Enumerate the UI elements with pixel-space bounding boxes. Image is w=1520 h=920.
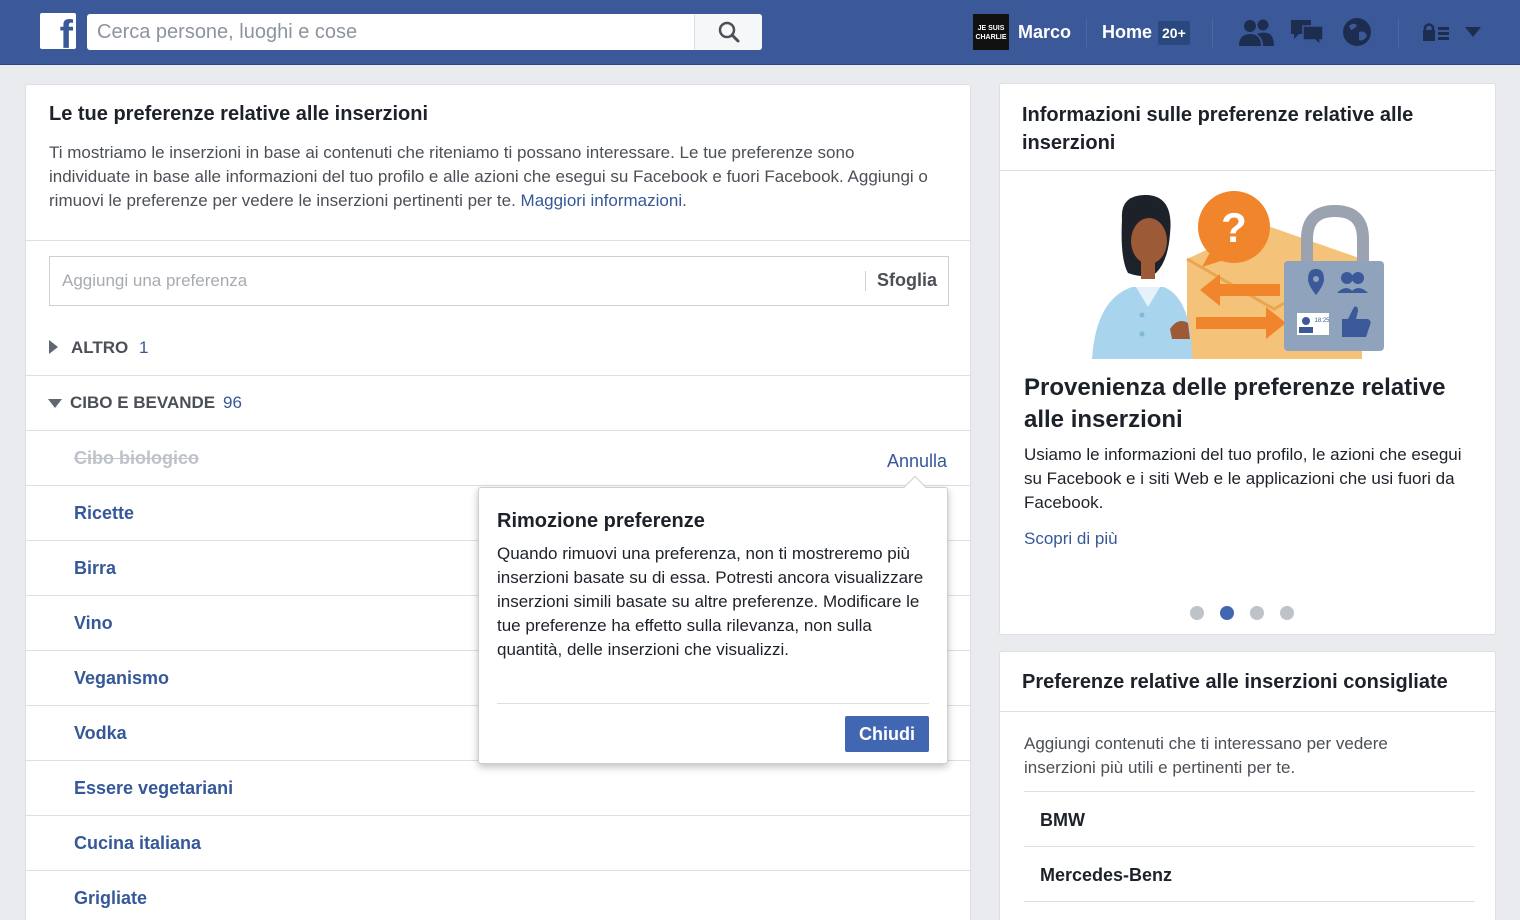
preference-label[interactable]: Grigliate xyxy=(74,888,147,909)
carousel-title: Provenienza delle preferenze relative al… xyxy=(1024,374,1446,433)
top-navigation-bar: f JE SUIS CHARLIE Marco Home 20+ xyxy=(0,0,1520,65)
home-notification-badge: 20+ xyxy=(1158,21,1190,45)
more-info-link[interactable]: Maggiori informazioni xyxy=(521,191,683,210)
preference-item-removed: Cibo biologico Annulla xyxy=(26,430,970,485)
ad-preferences-info-card: Informazioni sulle preferenze relative a… xyxy=(999,83,1496,635)
privacy-lock-icon[interactable] xyxy=(1422,22,1450,42)
suggested-preference-label[interactable]: Mercedes-Benz xyxy=(1040,865,1172,886)
carousel-pagination xyxy=(1190,606,1294,620)
ad-preferences-illustration: ? 18:25 xyxy=(1092,191,1384,359)
add-preference-box: Sfoglia xyxy=(49,256,949,306)
facebook-logo[interactable]: f xyxy=(40,13,76,49)
suggested-preference-label[interactable]: BMW xyxy=(1040,810,1085,831)
home-link[interactable]: Home xyxy=(1102,22,1152,43)
browse-divider xyxy=(865,271,866,291)
suggested-preference-item[interactable]: Mercedes-Benz xyxy=(1024,846,1475,901)
page-title: Le tue preferenze relative alle inserzio… xyxy=(49,103,429,125)
carousel-dot-1[interactable] xyxy=(1190,606,1204,620)
carousel-dot-2[interactable] xyxy=(1220,606,1234,620)
browse-button[interactable]: Sfoglia xyxy=(877,270,937,291)
suggestions-description: Aggiungi contenuti che ti interessano pe… xyxy=(1024,734,1388,777)
preference-item[interactable]: Grigliate xyxy=(26,870,970,920)
suggestions-title: Preferenze relative alle inserzioni cons… xyxy=(1022,671,1448,693)
add-preference-input[interactable] xyxy=(50,257,862,305)
nav-divider xyxy=(1212,19,1213,47)
preference-label[interactable]: Vino xyxy=(74,613,113,634)
divider xyxy=(1000,170,1495,171)
page-description: Ti mostriamo le inserzioni in base ai co… xyxy=(49,141,929,213)
popover-title: Rimozione preferenze xyxy=(497,510,705,532)
globe-icon[interactable] xyxy=(1341,16,1373,48)
collapsed-arrow-icon xyxy=(49,340,58,354)
category-row-cibo-e-bevande[interactable]: CIBO E BEVANDE 96 xyxy=(26,375,970,430)
profile-name-link[interactable]: Marco xyxy=(1018,22,1071,43)
svg-text:?: ? xyxy=(1221,204,1247,251)
category-label: ALTRO xyxy=(71,338,129,357)
preference-label[interactable]: Veganismo xyxy=(74,668,169,689)
popover-body: Quando rimuovi una preferenza, non ti mo… xyxy=(497,544,924,659)
messages-icon[interactable] xyxy=(1289,16,1325,48)
category-count: 96 xyxy=(223,393,242,412)
carousel-dot-4[interactable] xyxy=(1280,606,1294,620)
description-text: Ti mostriamo le inserzioni in base ai co… xyxy=(49,143,928,210)
divider xyxy=(1000,711,1495,712)
expanded-arrow-icon xyxy=(48,399,62,408)
dropdown-arrow-icon[interactable] xyxy=(1464,26,1482,38)
suggested-preferences-card: Preferenze relative alle inserzioni cons… xyxy=(999,651,1496,920)
nav-divider xyxy=(1086,19,1087,47)
divider xyxy=(26,240,970,241)
category-count: 1 xyxy=(139,338,149,357)
friends-icon[interactable] xyxy=(1237,16,1275,48)
preference-label[interactable]: Birra xyxy=(74,558,116,579)
carousel-dot-3[interactable] xyxy=(1250,606,1264,620)
preference-item[interactable]: Cucina italiana xyxy=(26,815,970,870)
description-period: . xyxy=(682,191,687,210)
preference-label: Cibo biologico xyxy=(74,448,199,468)
carousel-description: Usiamo le informazioni del tuo profilo, … xyxy=(1024,445,1462,512)
preference-label[interactable]: Cucina italiana xyxy=(74,833,201,854)
search-input[interactable] xyxy=(87,14,693,50)
illustration-badge: 18:25 xyxy=(1314,318,1330,324)
preference-label[interactable]: Ricette xyxy=(74,503,134,524)
popover-divider xyxy=(497,703,929,704)
logo-letter: f xyxy=(59,13,73,49)
nav-divider xyxy=(1398,19,1399,47)
search-icon xyxy=(718,21,739,43)
suggested-preference-item[interactable]: BMW xyxy=(1024,791,1475,846)
search-box xyxy=(87,14,762,50)
close-button[interactable]: Chiudi xyxy=(845,716,929,752)
info-card-title: Informazioni sulle preferenze relative a… xyxy=(1022,104,1414,154)
undo-link[interactable]: Annulla xyxy=(887,451,947,472)
suggested-preference-item xyxy=(1024,901,1475,920)
profile-avatar[interactable]: JE SUIS CHARLIE xyxy=(973,14,1009,50)
learn-more-link[interactable]: Scopri di più xyxy=(1024,529,1118,549)
preference-label[interactable]: Vodka xyxy=(74,723,127,744)
preference-label[interactable]: Essere vegetariani xyxy=(74,778,233,799)
category-label: CIBO E BEVANDE xyxy=(70,393,216,412)
search-button[interactable] xyxy=(694,14,762,50)
category-row-altro[interactable]: ALTRO 1 xyxy=(26,320,970,375)
preference-item[interactable]: Essere vegetariani xyxy=(26,760,970,815)
remove-preference-popover: Rimozione preferenze Quando rimuovi una … xyxy=(478,475,948,764)
